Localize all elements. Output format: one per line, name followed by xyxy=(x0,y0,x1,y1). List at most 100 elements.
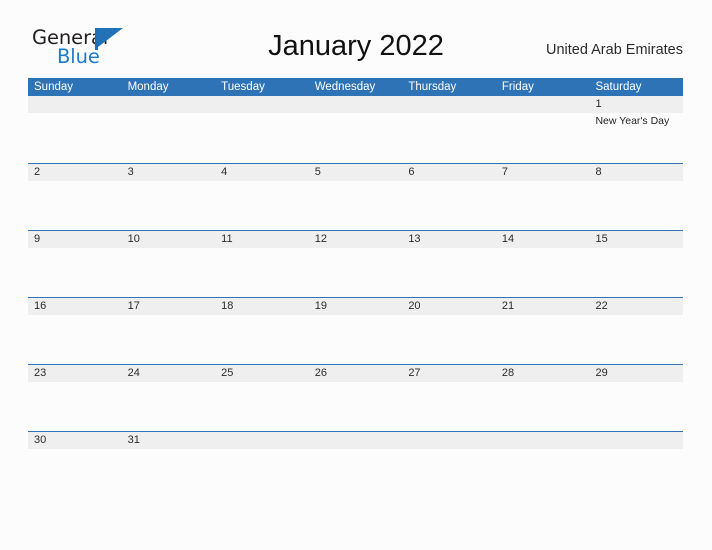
day-cell[interactable]: 7 xyxy=(496,164,590,231)
day-cell[interactable]: 19 xyxy=(309,298,403,365)
day-cell[interactable]: 17 xyxy=(122,298,216,365)
day-cell[interactable]: 23 xyxy=(28,365,122,432)
day-number: 1 xyxy=(595,98,602,110)
day-number: 3 xyxy=(127,166,134,178)
holiday-label: New Year's Day xyxy=(595,115,670,127)
day-number: 30 xyxy=(34,434,47,446)
day-cell-empty xyxy=(122,96,216,163)
day-number: 17 xyxy=(127,300,140,312)
day-number: 10 xyxy=(127,233,140,245)
day-number: 22 xyxy=(595,300,608,312)
day-number: 8 xyxy=(595,166,602,178)
calendar-page: General Blue January 2022 United Arab Em… xyxy=(0,0,712,550)
day-number: 19 xyxy=(314,300,327,312)
calendar-week-row: 1 New Year's Day xyxy=(28,96,683,163)
day-cell-empty xyxy=(402,432,496,499)
day-cell[interactable]: 28 xyxy=(496,365,590,432)
day-cell-empty xyxy=(402,96,496,163)
day-number: 27 xyxy=(408,367,421,379)
weekday-header-tuesday: Tuesday xyxy=(221,81,265,93)
weekday-header-saturday: Saturday xyxy=(595,81,642,93)
week-cells: 1 New Year's Day xyxy=(28,96,683,163)
day-number: 9 xyxy=(34,233,41,245)
day-events: New Year's Day xyxy=(595,113,683,128)
weekday-header-thursday: Thursday xyxy=(408,81,457,93)
day-number: 28 xyxy=(501,367,515,379)
day-cell[interactable]: 20 xyxy=(402,298,496,365)
weekday-header-row: Sunday Monday Tuesday Wednesday Thursday Frid… xyxy=(28,78,683,96)
day-number: 20 xyxy=(408,300,421,312)
day-cell[interactable]: 8 xyxy=(589,164,683,231)
day-cell[interactable]: 1 New Year's Day xyxy=(589,96,683,163)
weekday-header-monday: Monday xyxy=(127,81,169,93)
day-cell[interactable]: 21 xyxy=(496,298,590,365)
day-cell-empty xyxy=(496,96,590,163)
day-cell[interactable]: 31 xyxy=(122,432,216,499)
day-cell[interactable]: 18 xyxy=(215,298,309,365)
day-cell[interactable]: 12 xyxy=(309,231,403,298)
week-cells: 23 24 25 26 27 28 29 xyxy=(28,365,683,432)
day-number: 26 xyxy=(314,367,327,379)
day-cell-empty xyxy=(309,96,403,163)
day-cell[interactable]: 16 xyxy=(28,298,122,365)
day-number: 4 xyxy=(221,166,228,178)
day-cell[interactable]: 30 xyxy=(28,432,122,499)
day-cell[interactable]: 11 xyxy=(215,231,309,298)
day-number: 25 xyxy=(221,367,234,379)
day-number: 23 xyxy=(34,367,47,379)
day-cell[interactable]: 25 xyxy=(215,365,309,432)
day-number: 14 xyxy=(501,233,515,245)
week-cells: 9 10 11 12 13 14 15 xyxy=(28,231,683,298)
day-number: 11 xyxy=(221,233,233,245)
calendar-week-row: 9 10 11 12 13 14 15 xyxy=(28,230,683,297)
week-cells: 16 17 18 19 20 21 22 xyxy=(28,298,683,365)
week-cells: 30 31 xyxy=(28,432,683,499)
day-cell[interactable]: 26 xyxy=(309,365,403,432)
day-number: 2 xyxy=(34,166,41,178)
day-number: 29 xyxy=(595,367,608,379)
day-cell-empty xyxy=(215,432,309,499)
day-number: 13 xyxy=(408,233,421,245)
day-number: 21 xyxy=(501,300,515,312)
calendar-week-row: 16 17 18 19 20 21 22 xyxy=(28,297,683,364)
day-cell[interactable]: 14 xyxy=(496,231,590,298)
calendar-grid: Sunday Monday Tuesday Wednesday Thursday Frid… xyxy=(28,78,683,498)
day-number: 18 xyxy=(221,300,234,312)
day-cell-empty xyxy=(589,432,683,499)
day-cell-empty xyxy=(215,96,309,163)
day-number: 31 xyxy=(127,434,140,446)
day-cell[interactable]: 15 xyxy=(589,231,683,298)
day-cell[interactable]: 27 xyxy=(402,365,496,432)
day-cell[interactable]: 2 xyxy=(28,164,122,231)
day-cell[interactable]: 5 xyxy=(309,164,403,231)
day-number: 24 xyxy=(127,367,140,379)
day-cell[interactable]: 13 xyxy=(402,231,496,298)
calendar-week-row: 30 31 xyxy=(28,431,683,498)
day-number: 6 xyxy=(408,166,415,178)
day-cell[interactable]: 4 xyxy=(215,164,309,231)
day-number: 5 xyxy=(314,166,321,178)
day-cell[interactable]: 24 xyxy=(122,365,216,432)
day-cell[interactable]: 9 xyxy=(28,231,122,298)
country-label: United Arab Emirates xyxy=(545,42,683,58)
day-number: 15 xyxy=(595,233,608,245)
day-number: 7 xyxy=(501,166,509,178)
weekday-header-sunday: Sunday xyxy=(34,81,74,93)
week-cells: 2 3 4 5 6 7 8 xyxy=(28,164,683,231)
day-number: 12 xyxy=(314,233,327,245)
day-number: 16 xyxy=(34,300,47,312)
page-header: General Blue January 2022 United Arab Em… xyxy=(0,0,712,78)
calendar-week-row: 23 24 25 26 27 28 29 xyxy=(28,364,683,431)
calendar-weeks: 1 New Year's Day 2 3 4 5 6 7 8 9 10 11 12 13 14 15 16 17 1… xyxy=(28,96,683,498)
day-cell-empty xyxy=(309,432,403,499)
day-cell-empty xyxy=(28,96,122,163)
weekday-header-friday: Friday xyxy=(501,81,534,93)
day-cell[interactable]: 6 xyxy=(402,164,496,231)
day-cell[interactable]: 29 xyxy=(589,365,683,432)
day-cell[interactable]: 22 xyxy=(589,298,683,365)
weekday-header-wednesday: Wednesday xyxy=(314,81,376,93)
calendar-week-row: 2 3 4 5 6 7 8 xyxy=(28,163,683,230)
day-cell-empty xyxy=(496,432,590,499)
day-cell[interactable]: 10 xyxy=(122,231,216,298)
day-cell[interactable]: 3 xyxy=(122,164,216,231)
